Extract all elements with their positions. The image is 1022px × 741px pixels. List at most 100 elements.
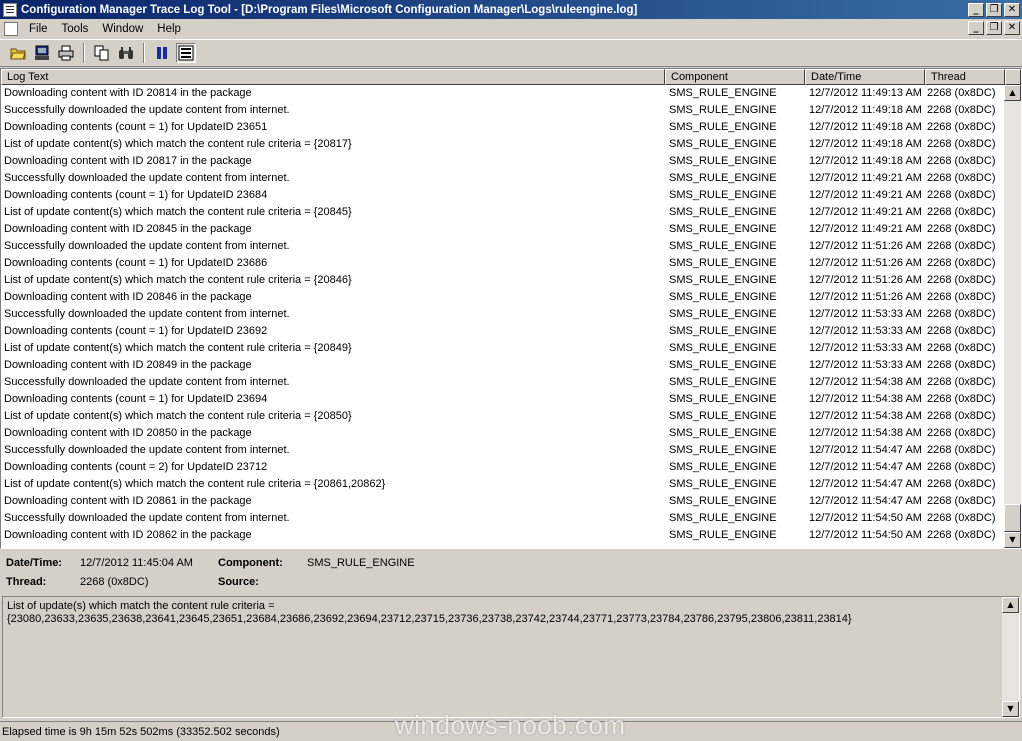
column-header-component[interactable]: Component [665,69,805,85]
details-pane: Date/Time: 12/7/2012 11:45:04 AM Compone… [0,552,1022,594]
component-cell: SMS_RULE_ENGINE [669,87,777,99]
table-row[interactable]: Downloading contents (count = 1) for Upd… [1,255,1005,272]
table-row[interactable]: Downloading content with ID 20846 in the… [1,289,1005,306]
copy-icon[interactable] [92,43,112,63]
thread-cell: 2268 (0x8DC) [927,376,996,388]
menu-file[interactable]: File [22,23,55,35]
datetime-cell: 12/7/2012 11:53:33 AM [809,308,922,320]
datetime-cell: 12/7/2012 11:53:33 AM [809,342,922,354]
log-text-cell: Downloading contents (count = 1) for Upd… [4,257,268,269]
table-row[interactable]: Successfully downloaded the update conte… [1,306,1005,323]
datetime-cell: 12/7/2012 11:49:18 AM [809,104,922,116]
scroll-up-button[interactable]: ▲ [1004,85,1021,101]
doc-restore-button[interactable]: ❐ [986,21,1002,35]
datetime-cell: 12/7/2012 11:54:50 AM [809,529,922,541]
column-header-datetime[interactable]: Date/Time [805,69,925,85]
column-header-log-text[interactable]: Log Text [1,69,665,85]
component-cell: SMS_RULE_ENGINE [669,104,777,116]
component-cell: SMS_RULE_ENGINE [669,444,777,456]
component-cell: SMS_RULE_ENGINE [669,240,777,252]
print-icon[interactable] [56,43,76,63]
thread-cell: 2268 (0x8DC) [927,138,996,150]
thread-cell: 2268 (0x8DC) [927,104,996,116]
thread-cell: 2268 (0x8DC) [927,121,996,133]
watermark: windows-noob.com [395,710,626,740]
thread-cell: 2268 (0x8DC) [927,172,996,184]
doc-minimize-button[interactable]: _ [968,21,984,35]
table-row[interactable]: Successfully downloaded the update conte… [1,102,1005,119]
menu-window[interactable]: Window [95,23,150,35]
table-row[interactable]: Downloading content with ID 20861 in the… [1,493,1005,510]
table-row[interactable]: Downloading contents (count = 1) for Upd… [1,119,1005,136]
log-text-cell: Downloading contents (count = 1) for Upd… [4,325,268,337]
component-cell: SMS_RULE_ENGINE [669,478,777,490]
find-icon[interactable] [116,43,136,63]
table-row[interactable]: List of update content(s) which match th… [1,408,1005,425]
document-icon[interactable] [4,21,18,36]
thread-cell: 2268 (0x8DC) [927,257,996,269]
table-row[interactable]: Downloading contents (count = 1) for Upd… [1,323,1005,340]
component-cell: SMS_RULE_ENGINE [669,393,777,405]
table-row[interactable]: List of update content(s) which match th… [1,476,1005,493]
table-row[interactable]: Downloading contents (count = 1) for Upd… [1,391,1005,408]
save-icon[interactable] [32,43,52,63]
scroll-thumb[interactable] [1004,504,1021,532]
table-row[interactable]: List of update content(s) which match th… [1,340,1005,357]
table-row[interactable]: Successfully downloaded the update conte… [1,374,1005,391]
pause-icon[interactable] [152,43,172,63]
table-row[interactable]: Downloading content with ID 20845 in the… [1,221,1005,238]
menu-tools[interactable]: Tools [55,23,96,35]
datetime-cell: 12/7/2012 11:54:50 AM [809,512,922,524]
open-folder-icon[interactable] [8,43,28,63]
table-row[interactable]: Downloading content with ID 20814 in the… [1,85,1005,102]
datetime-cell: 12/7/2012 11:51:26 AM [809,274,922,286]
datetime-value: 12/7/2012 11:45:04 AM [80,557,193,569]
component-cell: SMS_RULE_ENGINE [669,155,777,167]
component-cell: SMS_RULE_ENGINE [669,172,777,184]
restore-button[interactable]: ❐ [986,2,1002,17]
table-row[interactable]: Successfully downloaded the update conte… [1,170,1005,187]
datetime-cell: 12/7/2012 11:54:38 AM [809,410,922,422]
component-cell: SMS_RULE_ENGINE [669,189,777,201]
log-list[interactable]: Log Text Component Date/Time Thread Down… [0,68,1022,549]
table-row[interactable]: Downloading content with ID 20849 in the… [1,357,1005,374]
minimize-button[interactable]: _ [968,2,984,17]
source-label: Source: [218,576,259,588]
datetime-cell: 12/7/2012 11:54:38 AM [809,393,922,405]
table-row[interactable]: Downloading content with ID 20817 in the… [1,153,1005,170]
table-row[interactable]: Downloading content with ID 20850 in the… [1,425,1005,442]
column-header-thread[interactable]: Thread [925,69,1005,85]
component-cell: SMS_RULE_ENGINE [669,342,777,354]
message-box[interactable]: List of update(s) which match the conten… [2,596,1020,718]
log-text-cell: List of update content(s) which match th… [4,342,352,354]
log-scrollbar[interactable]: ▲ ▼ [1004,85,1021,548]
message-text: List of update(s) which match the conten… [7,600,852,625]
highlight-icon[interactable] [176,43,196,63]
table-row[interactable]: Downloading content with ID 20862 in the… [1,527,1005,544]
menu-help[interactable]: Help [150,23,188,35]
table-row[interactable]: List of update content(s) which match th… [1,272,1005,289]
doc-close-button[interactable]: ✕ [1004,21,1020,35]
log-text-cell: Successfully downloaded the update conte… [4,104,290,116]
close-button[interactable]: ✕ [1004,2,1020,17]
table-row[interactable]: Successfully downloaded the update conte… [1,442,1005,459]
message-scroll-down-button[interactable]: ▼ [1002,701,1019,717]
table-row[interactable]: List of update content(s) which match th… [1,136,1005,153]
message-scrollbar[interactable]: ▲ ▼ [1002,597,1019,717]
thread-cell: 2268 (0x8DC) [927,529,996,541]
table-row[interactable]: Downloading contents (count = 1) for Upd… [1,187,1005,204]
component-cell: SMS_RULE_ENGINE [669,427,777,439]
thread-cell: 2268 (0x8DC) [927,274,996,286]
table-row[interactable]: Downloading contents (count = 2) for Upd… [1,459,1005,476]
datetime-cell: 12/7/2012 11:49:21 AM [809,172,922,184]
message-scroll-up-button[interactable]: ▲ [1002,597,1019,613]
component-cell: SMS_RULE_ENGINE [669,512,777,524]
log-text-cell: Successfully downloaded the update conte… [4,240,290,252]
table-row[interactable]: List of update content(s) which match th… [1,204,1005,221]
table-row[interactable]: Successfully downloaded the update conte… [1,510,1005,527]
datetime-cell: 12/7/2012 11:54:47 AM [809,478,922,490]
table-row[interactable]: Successfully downloaded the update conte… [1,238,1005,255]
status-text: Elapsed time is 9h 15m 52s 502ms (33352.… [2,725,280,738]
scroll-down-button[interactable]: ▼ [1004,532,1021,548]
datetime-cell: 12/7/2012 11:49:21 AM [809,189,922,201]
